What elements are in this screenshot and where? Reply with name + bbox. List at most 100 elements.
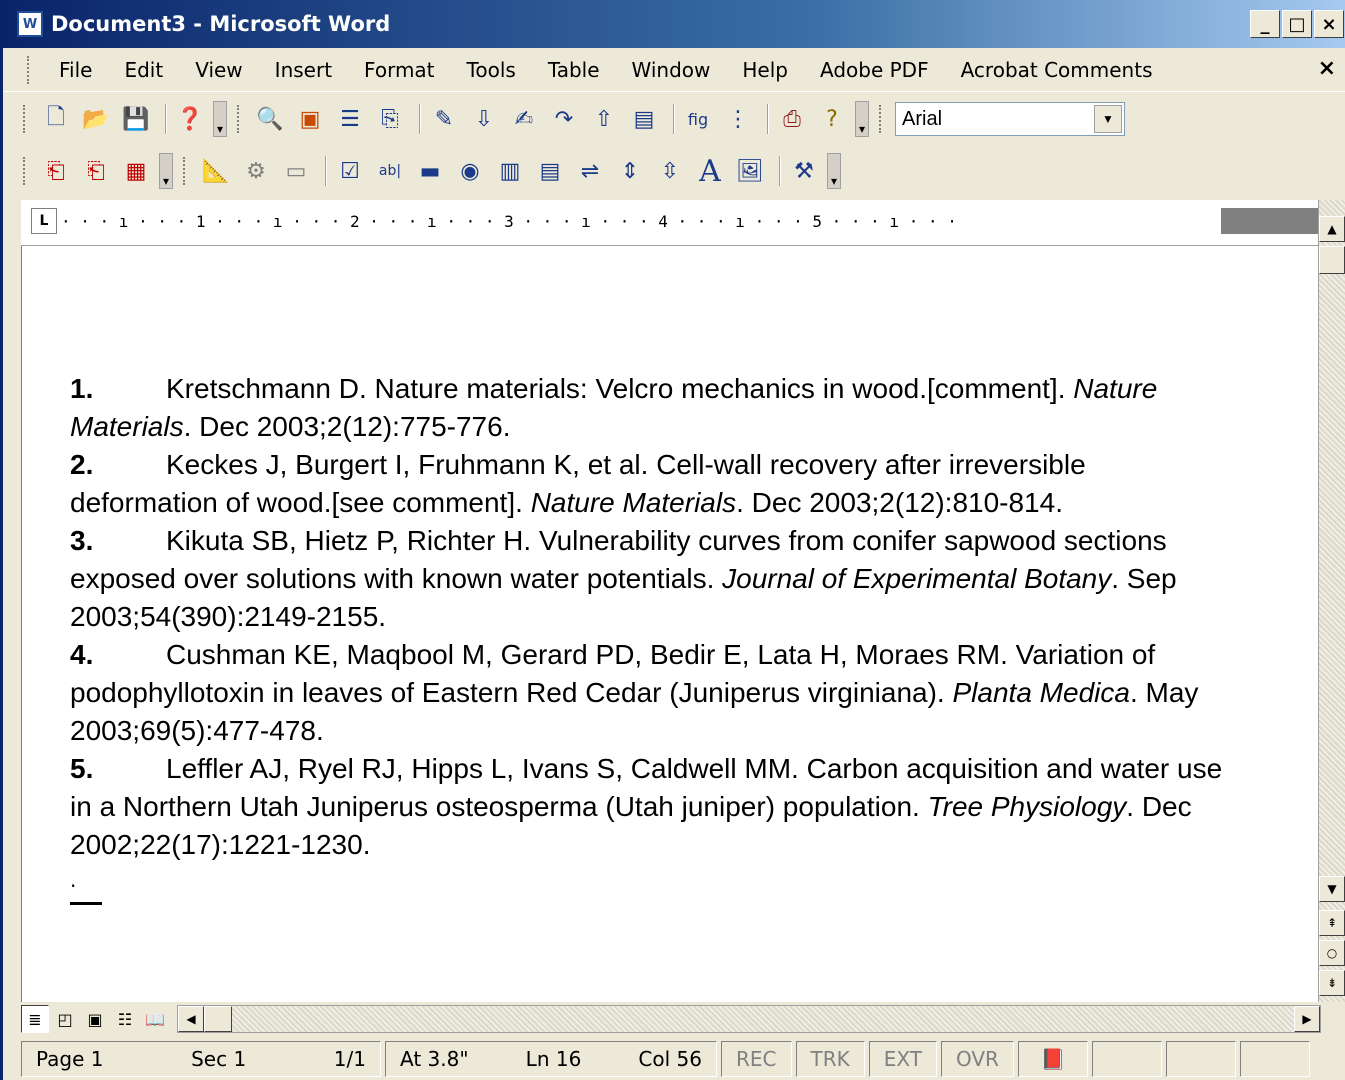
document-body[interactable]: 1. Kretschmann D. Nature materials: Velcr…	[70, 370, 1230, 864]
toolbar-separator	[673, 104, 675, 134]
insert-icon[interactable]: ⎘	[373, 102, 407, 136]
outline-view-icon[interactable]: ☷	[111, 1005, 139, 1033]
figure-icon[interactable]: fig	[681, 102, 715, 136]
doc-icon[interactable]: ▤	[627, 102, 661, 136]
scroll-down-icon[interactable]: ▼	[1319, 876, 1345, 902]
previous-page-icon[interactable]: ⇞	[1319, 910, 1345, 936]
menu-grip[interactable]	[27, 55, 31, 84]
numbered-list-icon[interactable]: ⋮	[721, 102, 755, 136]
toolbar-grip[interactable]	[237, 105, 241, 133]
label-icon[interactable]: A	[693, 154, 727, 189]
open-icon[interactable]: 📂	[79, 102, 113, 136]
scroll-left-icon[interactable]: ◀	[178, 1006, 204, 1032]
menu-help[interactable]: Help	[726, 58, 804, 82]
image-control-icon[interactable]: 🖼	[733, 154, 767, 188]
more-controls-icon[interactable]: ⚒	[787, 154, 821, 188]
radio-icon[interactable]: ◉	[453, 154, 487, 188]
status-ovr[interactable]: OVR	[940, 1041, 1014, 1077]
menu-view[interactable]: View	[179, 58, 258, 82]
reference-item: 3. Kikuta SB, Hietz P, Richter H. Vulnera…	[70, 522, 1230, 636]
properties-icon[interactable]: ⚙	[239, 154, 273, 188]
toolbar-grip[interactable]	[23, 157, 27, 185]
menu-adobe-pdf[interactable]: Adobe PDF	[804, 58, 945, 82]
normal-view-icon[interactable]: ≣	[21, 1005, 49, 1033]
spelling-status-icon[interactable]: 📕	[1017, 1041, 1088, 1077]
status-bar: Page 1 Sec 1 1/1 At 3.8" Ln 16 Col 56 RE…	[21, 1038, 1345, 1080]
menu-window[interactable]: Window	[616, 58, 727, 82]
print-preview-icon[interactable]: ⎙	[775, 102, 809, 136]
toolbar-grip[interactable]	[879, 105, 883, 133]
next-page-icon[interactable]: ⇟	[1319, 970, 1345, 996]
scrollbar-icon[interactable]: ⇳	[653, 154, 687, 188]
title-bar[interactable]: W Document3 - Microsoft Word _ □ ×	[3, 0, 1345, 48]
new-doc-icon[interactable]: 🗋	[39, 102, 73, 136]
edit-icon[interactable]: ✍	[507, 102, 541, 136]
toolbar-options-icon[interactable]: ▾	[855, 101, 869, 137]
status-pages: 1/1	[333, 1047, 366, 1071]
redo-icon[interactable]: ↷	[547, 102, 581, 136]
maximize-button[interactable]: □	[1282, 10, 1312, 38]
combobox-icon[interactable]: ▤	[533, 154, 567, 188]
menu-tools[interactable]: Tools	[451, 58, 532, 82]
design-mode-icon[interactable]: 📐	[199, 154, 233, 188]
scroll-right-icon[interactable]: ▶	[1294, 1006, 1320, 1032]
menu-table[interactable]: Table	[532, 58, 616, 82]
status-rec[interactable]: REC	[721, 1041, 792, 1077]
menu-file[interactable]: File	[43, 58, 108, 82]
status-empty-panel	[1239, 1041, 1310, 1077]
horizontal-ruler[interactable]: L · · · ı · · · 1 · · · ı · · · 2 · · · …	[21, 200, 1321, 246]
checkbox-icon[interactable]: ☑	[333, 154, 367, 188]
spin-icon[interactable]: ⇕	[613, 154, 647, 188]
font-name-combobox[interactable]: Arial ▼	[895, 102, 1125, 136]
draw-icon[interactable]: ✎	[427, 102, 461, 136]
horizontal-scroll-thumb[interactable]	[204, 1006, 232, 1032]
horizontal-scrollbar[interactable]: ◀ ▶	[177, 1005, 1321, 1033]
list-icon[interactable]: ☰	[333, 102, 367, 136]
scroll-up-icon[interactable]: ▲	[1319, 216, 1345, 242]
help-icon[interactable]: ❓	[173, 102, 207, 136]
toolbar-options-icon[interactable]: ▾	[213, 101, 227, 137]
status-ext[interactable]: EXT	[868, 1041, 937, 1077]
menu-bar: File Edit View Insert Format Tools Table…	[3, 48, 1345, 92]
question-icon[interactable]: ?	[815, 102, 849, 136]
chevron-down-icon[interactable]: ▼	[1094, 105, 1122, 133]
document-area[interactable]: 1. Kretschmann D. Nature materials: Velcr…	[21, 246, 1321, 1002]
menu-format[interactable]: Format	[348, 58, 450, 82]
button-icon[interactable]: ▬	[413, 154, 447, 188]
scroll-thumb[interactable]	[1319, 246, 1345, 274]
document-close-icon[interactable]: ×	[1318, 56, 1336, 81]
web-layout-icon[interactable]: ◰	[51, 1005, 79, 1033]
print-layout-icon[interactable]: ▣	[81, 1005, 109, 1033]
menu-insert[interactable]: Insert	[259, 58, 348, 82]
zoom-icon[interactable]: 🔍	[253, 102, 287, 136]
toolbar-grip[interactable]	[23, 105, 27, 133]
word-app-icon[interactable]: W	[17, 11, 43, 37]
vertical-scrollbar[interactable]: ▲ ▼ ⇞ ○ ⇟	[1318, 200, 1345, 1002]
image-icon[interactable]: ▣	[293, 102, 327, 136]
textbox-icon[interactable]: ab|	[373, 154, 407, 188]
pdf-comment-icon[interactable]: ▦	[119, 154, 153, 188]
view-code-icon[interactable]: ▭	[279, 154, 313, 188]
save-icon[interactable]: 💾	[119, 102, 153, 136]
status-position: Page 1 Sec 1 1/1	[21, 1041, 381, 1077]
toolbar-options-icon[interactable]: ▾	[827, 153, 841, 189]
status-trk[interactable]: TRK	[795, 1041, 865, 1077]
menu-acrobat-comments[interactable]: Acrobat Comments	[945, 58, 1169, 82]
text-cursor	[70, 902, 102, 905]
pdf-icon-2[interactable]: ⎗	[79, 154, 113, 188]
toolbar-options-icon[interactable]: ▾	[159, 153, 173, 189]
status-at: At 3.8"	[400, 1047, 469, 1071]
reading-layout-icon[interactable]: 📖	[141, 1005, 169, 1033]
tab-stop-selector[interactable]: L	[31, 208, 57, 234]
minimize-button[interactable]: _	[1250, 10, 1280, 38]
toolbar-grip[interactable]	[183, 157, 187, 185]
listbox-icon[interactable]: ▥	[493, 154, 527, 188]
browse-object-icon[interactable]: ○	[1319, 940, 1345, 966]
toolbar-separator	[325, 156, 327, 186]
toggle-icon[interactable]: ⇌	[573, 154, 607, 188]
download-icon[interactable]: ⇩	[467, 102, 501, 136]
pdf-icon[interactable]: ⎗	[39, 154, 73, 188]
upload-icon[interactable]: ⇧	[587, 102, 621, 136]
close-button[interactable]: ×	[1314, 10, 1344, 38]
menu-edit[interactable]: Edit	[108, 58, 179, 82]
